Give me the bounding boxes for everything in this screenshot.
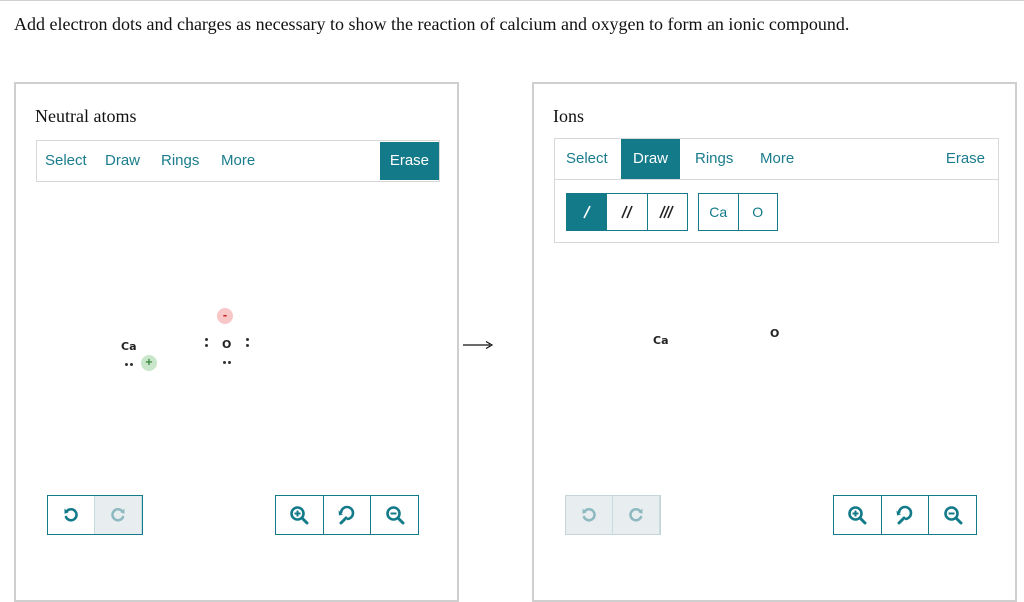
electron-dot[interactable]: [205, 344, 208, 347]
bond-type-group: [566, 193, 688, 231]
zoom-in-icon: [290, 506, 309, 525]
undo-button[interactable]: [48, 496, 95, 534]
panel-title-neutral-atoms: Neutral atoms: [35, 106, 137, 126]
negative-charge[interactable]: -: [217, 308, 233, 324]
tool-rings[interactable]: Rings: [161, 141, 199, 181]
zoom-in-button[interactable]: [834, 496, 882, 534]
electron-dot[interactable]: [205, 338, 208, 341]
redo-button[interactable]: [95, 496, 142, 534]
undo-icon: [64, 508, 78, 522]
undo-redo-group-left: [47, 495, 143, 535]
reaction-arrow-icon: [463, 340, 494, 350]
zoom-in-icon: [848, 506, 867, 525]
sketch-canvas-right[interactable]: Ca O: [534, 254, 1015, 494]
tool-select[interactable]: Select: [566, 139, 608, 179]
erase-button[interactable]: Erase: [379, 142, 439, 180]
sketcher-toolbar-right: Select Draw Rings More Erase: [554, 138, 999, 180]
electron-dot[interactable]: [130, 363, 133, 366]
triple-bond-button[interactable]: [648, 194, 687, 230]
zoom-out-button[interactable]: [371, 496, 419, 534]
tool-select[interactable]: Select: [45, 141, 87, 181]
undo-redo-group-right: [565, 495, 661, 535]
zoom-out-button[interactable]: [929, 496, 977, 534]
positive-charge[interactable]: +: [141, 355, 157, 371]
neutral-atoms-panel: Neutral atoms Select Draw Rings More Era…: [14, 82, 459, 602]
element-picker-group: Ca O: [698, 193, 778, 231]
question-prompt: Add electron dots and charges as necessa…: [14, 14, 850, 34]
tool-rings[interactable]: Rings: [695, 139, 733, 179]
single-bond-button[interactable]: [567, 194, 608, 230]
zoom-in-button[interactable]: [276, 496, 324, 534]
ions-panel: Ions Select Draw Rings More Erase Ca O C…: [532, 82, 1017, 602]
draw-options-bar: Ca O: [554, 179, 999, 243]
electron-dot[interactable]: [228, 361, 231, 364]
redo-icon: [629, 508, 643, 522]
electron-dot[interactable]: [223, 361, 226, 364]
sketcher-toolbar-left: Select Draw Rings More Erase: [36, 140, 440, 182]
electron-dot[interactable]: [246, 344, 249, 347]
sketch-canvas-left[interactable]: Ca + - O: [16, 224, 457, 494]
redo-icon: [111, 508, 125, 522]
electron-dot[interactable]: [125, 363, 128, 366]
tool-draw[interactable]: Draw: [105, 141, 140, 181]
tool-more[interactable]: More: [760, 139, 794, 179]
zoom-group-left: [275, 495, 419, 535]
atom-calcium[interactable]: Ca: [121, 340, 137, 353]
undo-button[interactable]: [566, 496, 613, 534]
reset-zoom-icon: [896, 505, 913, 525]
reset-zoom-button[interactable]: [881, 496, 930, 534]
tool-more[interactable]: More: [221, 141, 255, 181]
atom-calcium[interactable]: Ca: [653, 334, 669, 347]
double-bond-icon: [621, 205, 633, 219]
zoom-group-right: [833, 495, 977, 535]
atom-oxygen[interactable]: O: [222, 338, 231, 351]
electron-dot[interactable]: [246, 338, 249, 341]
erase-button[interactable]: Erase: [946, 140, 985, 178]
reset-zoom-icon: [338, 505, 355, 525]
double-bond-button[interactable]: [607, 194, 648, 230]
tool-draw[interactable]: Draw: [621, 139, 681, 179]
panel-title-ions: Ions: [553, 106, 584, 126]
triple-bond-icon: [659, 205, 675, 219]
reset-zoom-button[interactable]: [323, 496, 372, 534]
undo-icon: [582, 508, 596, 522]
zoom-out-icon: [943, 506, 963, 525]
element-ca-button[interactable]: Ca: [699, 194, 739, 230]
redo-button[interactable]: [613, 496, 660, 534]
atom-oxygen[interactable]: O: [770, 327, 779, 340]
single-bond-icon: [582, 205, 591, 219]
zoom-out-icon: [385, 506, 405, 525]
element-o-button[interactable]: O: [739, 194, 778, 230]
top-divider: [0, 0, 1024, 1]
